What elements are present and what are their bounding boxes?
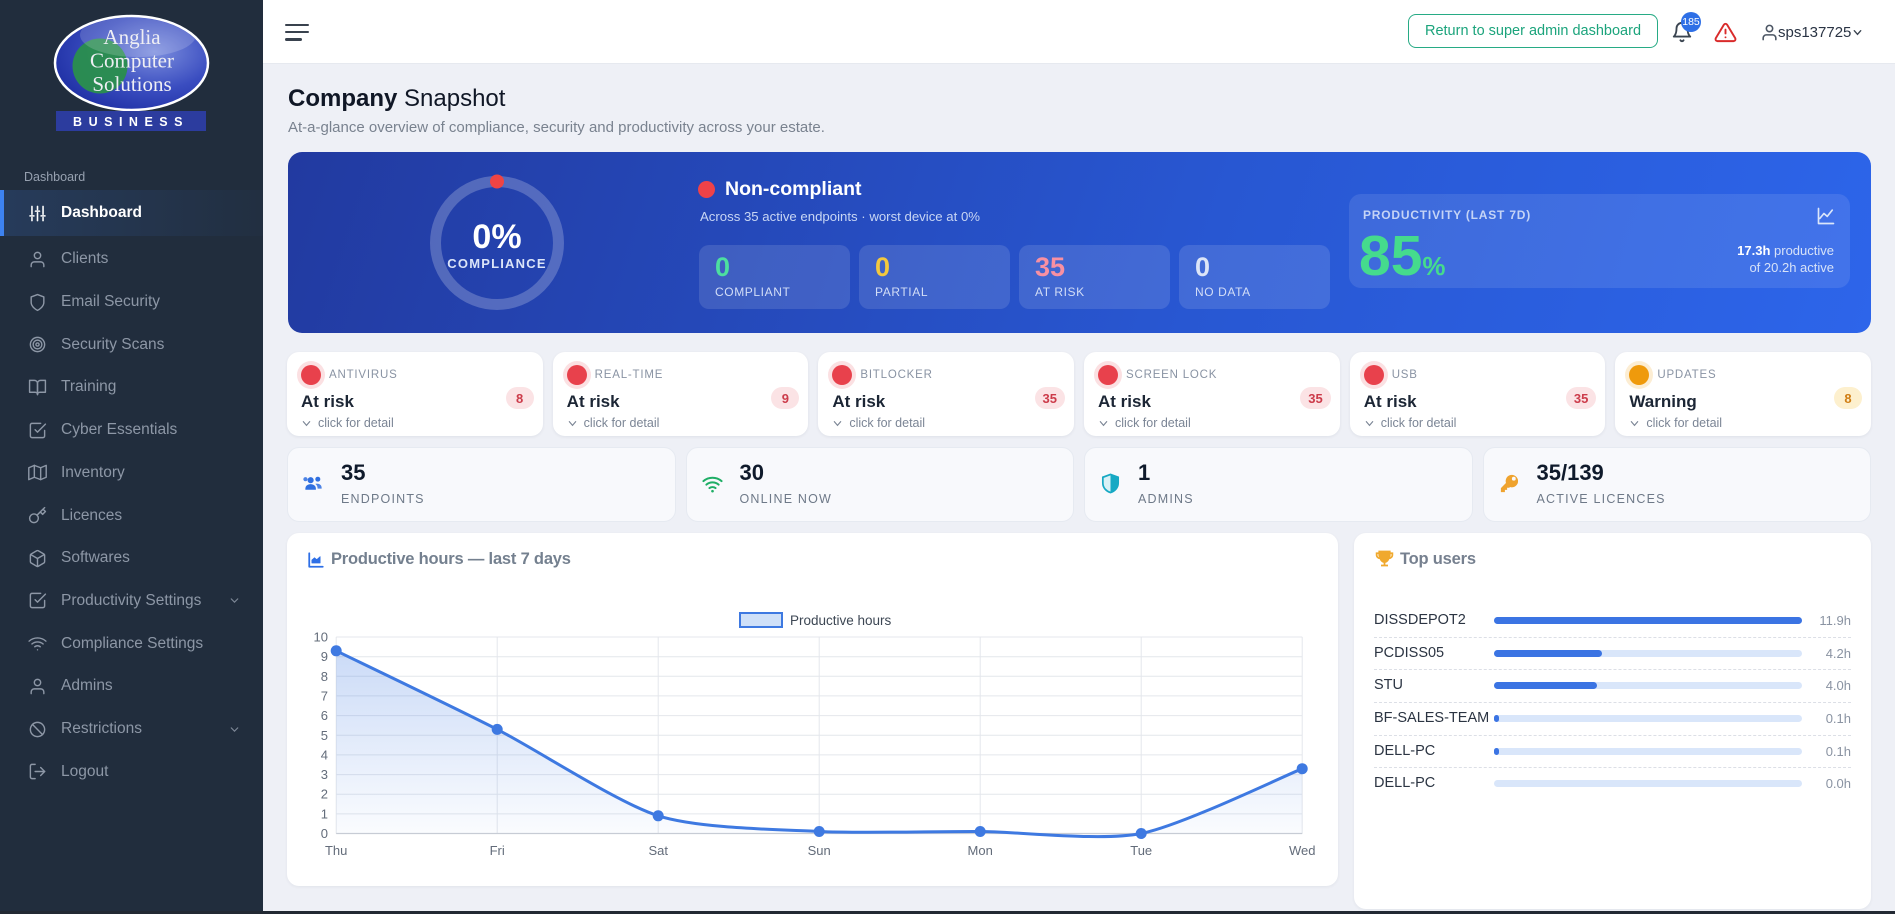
svg-text:10: 10 [314, 630, 328, 645]
svg-text:Fri: Fri [490, 843, 505, 858]
svg-text:Tue: Tue [1130, 843, 1152, 858]
svg-text:Anglia: Anglia [103, 25, 161, 49]
svg-text:3: 3 [321, 767, 328, 782]
svg-text:1: 1 [321, 806, 328, 821]
svg-text:Sat: Sat [648, 843, 668, 858]
svg-text:Wed: Wed [1289, 843, 1316, 858]
svg-text:Sun: Sun [808, 843, 831, 858]
svg-text:6: 6 [321, 708, 328, 723]
svg-text:BUSINESS: BUSINESS [73, 115, 189, 129]
svg-text:0: 0 [321, 826, 328, 841]
svg-text:4: 4 [321, 747, 328, 762]
svg-text:Thu: Thu [325, 843, 347, 858]
svg-text:2: 2 [321, 787, 328, 802]
svg-text:Mon: Mon [968, 843, 993, 858]
svg-text:7: 7 [321, 688, 328, 703]
svg-text:Computer: Computer [90, 49, 174, 73]
svg-text:Solutions: Solutions [92, 72, 171, 96]
svg-text:Productive hours: Productive hours [790, 613, 892, 628]
svg-text:5: 5 [321, 728, 328, 743]
svg-text:8: 8 [321, 669, 328, 684]
svg-text:9: 9 [321, 649, 328, 664]
